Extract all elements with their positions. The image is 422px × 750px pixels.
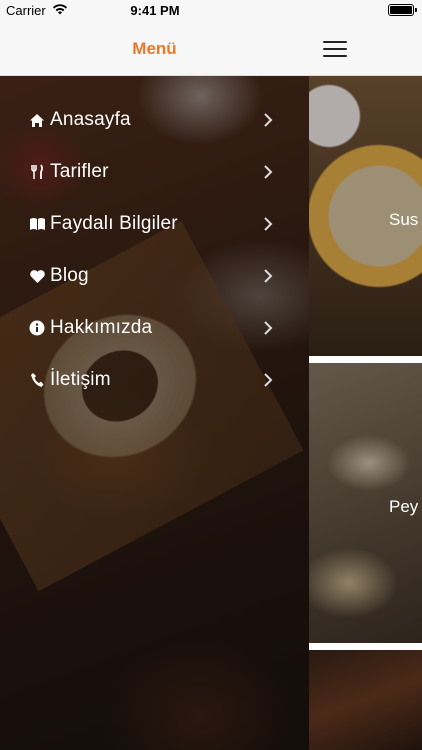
menu-item-label: Blog [50, 265, 89, 286]
chevron-right-icon [264, 321, 273, 335]
menu-header: Menü [0, 22, 309, 76]
menu-list: Anasayfa Tarifler Faydalı Bilgiler Blog … [0, 94, 309, 406]
recipe-card[interactable]: Pey [309, 363, 422, 643]
menu-item-label: İletişim [50, 369, 111, 390]
nav-bar [309, 22, 422, 76]
main-content: Sus Pey [309, 0, 422, 750]
menu-item-label: Tarifler [50, 161, 109, 182]
menu-item-label: Faydalı Bilgiler [50, 213, 178, 234]
side-menu: Menü Anasayfa Tarifler Faydalı Bilgiler … [0, 0, 309, 750]
recipe-card-title: Pey [389, 497, 419, 516]
status-bar: Carrier 9:41 PM [0, 0, 422, 22]
menu-item-hakkimizda[interactable]: Hakkımızda [0, 302, 309, 354]
menu-item-blog[interactable]: Blog [0, 250, 309, 302]
battery-icon [388, 4, 417, 16]
recipe-card[interactable]: Sus [309, 76, 422, 356]
menu-item-iletisim[interactable]: İletişim [0, 354, 309, 406]
menu-item-faydali-bilgiler[interactable]: Faydalı Bilgiler [0, 198, 309, 250]
chevron-right-icon [264, 113, 273, 127]
chevron-right-icon [264, 373, 273, 387]
book-icon [28, 215, 46, 233]
recipe-card[interactable] [309, 650, 422, 750]
menu-item-tarifler[interactable]: Tarifler [0, 146, 309, 198]
cutlery-icon [28, 163, 46, 181]
menu-item-label: Anasayfa [50, 109, 131, 130]
chevron-right-icon [264, 217, 273, 231]
phone-icon [28, 371, 46, 389]
hamburger-menu-icon[interactable] [323, 41, 347, 57]
heart-icon [28, 267, 46, 285]
chevron-right-icon [264, 269, 273, 283]
chevron-right-icon [264, 165, 273, 179]
menu-title: Menü [132, 38, 177, 58]
menu-item-label: Hakkımızda [50, 317, 153, 338]
status-time: 9:41 PM [130, 3, 180, 18]
menu-item-anasayfa[interactable]: Anasayfa [0, 94, 309, 146]
recipe-card-title: Sus [389, 210, 419, 229]
info-icon [28, 319, 46, 337]
home-icon [28, 111, 46, 129]
